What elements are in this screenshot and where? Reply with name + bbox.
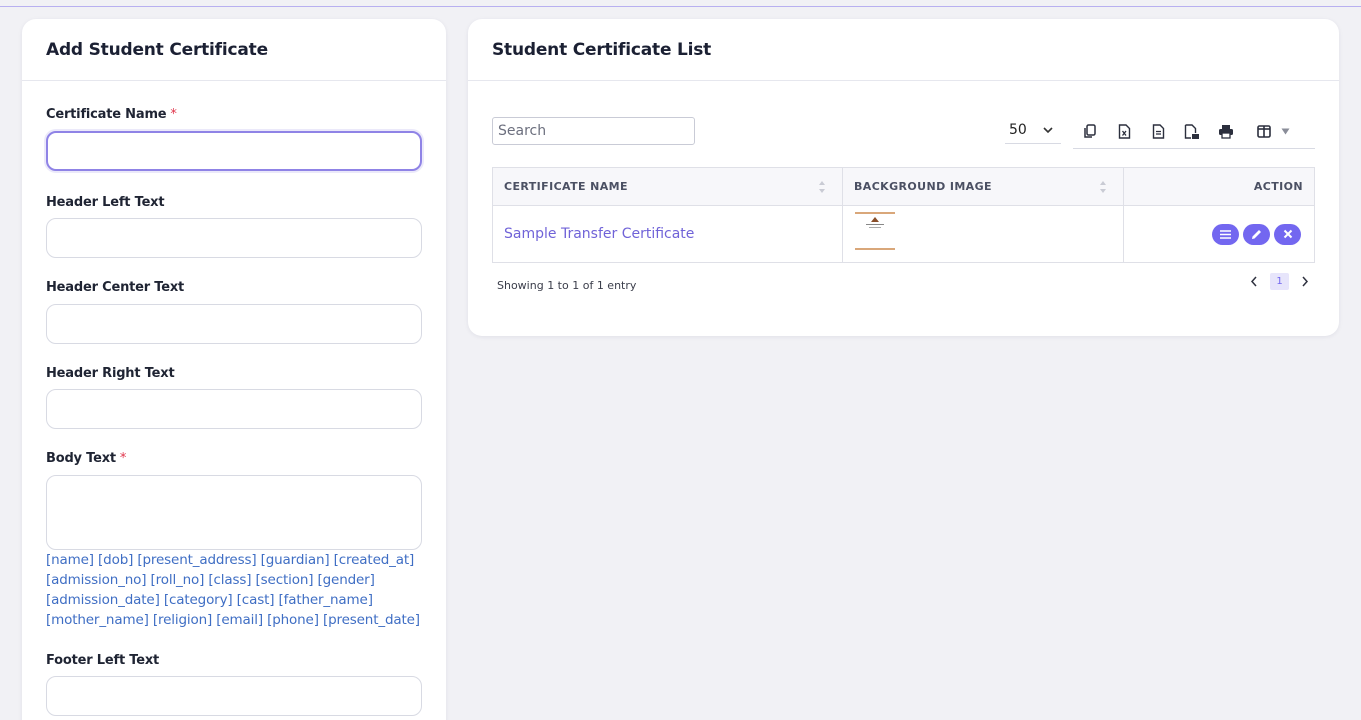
page-button-current[interactable]: 1 xyxy=(1270,273,1289,290)
footer-left-input[interactable] xyxy=(46,676,422,716)
excel-button[interactable] xyxy=(1107,118,1141,146)
row-actions xyxy=(1135,223,1303,245)
sort-icon xyxy=(1100,181,1106,193)
csv-button[interactable] xyxy=(1141,118,1175,146)
pagination: 1 xyxy=(1250,273,1309,290)
required-mark: * xyxy=(170,107,177,122)
page-length-select[interactable]: 50 xyxy=(1005,116,1061,144)
header-center-input[interactable] xyxy=(46,304,422,344)
header-right-input[interactable] xyxy=(46,389,422,429)
caret-down-icon xyxy=(1281,128,1289,135)
header-left-label: Header Left Text xyxy=(46,195,165,210)
pdf-icon xyxy=(1184,123,1199,139)
view-button[interactable] xyxy=(1212,223,1239,245)
close-icon xyxy=(1283,229,1292,239)
sort-icon xyxy=(819,181,825,193)
excel-icon xyxy=(1118,124,1130,139)
certificate-list-title: Student Certificate List xyxy=(492,39,712,60)
body-text-label: Body Text * xyxy=(46,451,126,466)
column-visibility-button[interactable] xyxy=(1243,125,1303,138)
header-center-label: Header Center Text xyxy=(46,280,185,295)
header-right-label: Header Right Text xyxy=(46,366,175,381)
column-header-label: CERTIFICATE NAME xyxy=(504,180,628,193)
chevron-down-icon xyxy=(1043,127,1053,134)
chevron-left-icon[interactable] xyxy=(1250,276,1258,287)
search-input[interactable] xyxy=(492,117,695,145)
add-certificate-header: Add Student Certificate xyxy=(22,19,446,81)
table-row: Sample Transfer Certificate xyxy=(492,205,1315,263)
edit-button[interactable] xyxy=(1243,223,1270,245)
body-text-textarea[interactable] xyxy=(46,475,422,550)
certificate-name-cell: Sample Transfer Certificate xyxy=(492,205,843,263)
top-border xyxy=(0,6,1361,7)
pdf-button[interactable] xyxy=(1175,118,1209,146)
certificate-list-header: Student Certificate List xyxy=(468,19,1339,81)
certificate-list-card: Student Certificate List 50 xyxy=(468,19,1339,336)
print-icon xyxy=(1219,125,1233,139)
certificate-name-label: Certificate Name * xyxy=(46,107,177,122)
table-info: Showing 1 to 1 of 1 entry xyxy=(497,279,637,292)
background-image-cell xyxy=(842,205,1124,263)
csv-icon xyxy=(1152,124,1164,139)
certificate-table: CERTIFICATE NAME BACKGROUND IMAGE ACTION… xyxy=(492,167,1315,263)
body-text-label-text: Body Text xyxy=(46,451,116,466)
column-header-certificate-name[interactable]: CERTIFICATE NAME xyxy=(492,167,843,206)
add-certificate-title: Add Student Certificate xyxy=(46,39,268,60)
column-header-action: ACTION xyxy=(1123,167,1315,206)
certificate-name-label-text: Certificate Name xyxy=(46,107,167,122)
chevron-right-icon[interactable] xyxy=(1301,276,1309,287)
body-placeholder-tags[interactable]: [name] [dob] [present_address] [guardian… xyxy=(46,550,426,630)
columns-icon xyxy=(1256,125,1271,138)
list-icon xyxy=(1220,229,1231,239)
page-length-value: 50 xyxy=(1009,121,1027,138)
action-cell xyxy=(1123,205,1315,263)
table-header-row: CERTIFICATE NAME BACKGROUND IMAGE ACTION xyxy=(492,167,1315,206)
certificate-name-link[interactable]: Sample Transfer Certificate xyxy=(504,226,694,242)
footer-left-label: Footer Left Text xyxy=(46,653,160,668)
edit-icon xyxy=(1252,229,1261,239)
add-certificate-card: Add Student Certificate Certificate Name… xyxy=(22,19,446,720)
header-left-input[interactable] xyxy=(46,218,422,258)
required-mark: * xyxy=(119,451,127,466)
certificate-thumbnail xyxy=(854,211,896,253)
copy-icon xyxy=(1084,124,1096,138)
print-button[interactable] xyxy=(1209,118,1243,146)
delete-button[interactable] xyxy=(1274,223,1301,245)
column-header-label: BACKGROUND IMAGE xyxy=(854,180,992,193)
certificate-name-input[interactable] xyxy=(46,131,422,171)
column-header-label: ACTION xyxy=(1253,180,1303,193)
export-toolbar xyxy=(1073,115,1315,149)
copy-button[interactable] xyxy=(1073,118,1107,146)
column-header-background-image[interactable]: BACKGROUND IMAGE xyxy=(842,167,1124,206)
